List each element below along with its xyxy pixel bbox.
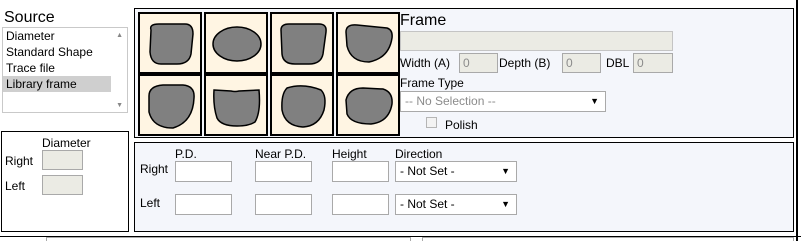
frame-shape-4[interactable] [336,12,400,74]
width-label: Width (A) [400,56,451,70]
lens-shape-icon [213,89,261,127]
diameter-header: Diameter [42,136,91,150]
width-input[interactable]: 0 [459,53,498,73]
lens-shape-icon [280,23,327,65]
scroll-up-arrow-icon[interactable]: ▲ [116,32,123,39]
diameter-left-input[interactable] [42,175,83,195]
left-near-pd-input[interactable] [255,194,312,215]
height-header: Height [332,147,367,161]
frame-shape-2[interactable] [204,12,268,74]
depth-label: Depth (B) [499,56,551,70]
right-height-input[interactable] [332,161,389,182]
direction-header: Direction [395,147,443,161]
lens-shape-icon [212,26,262,62]
source-option-diameter[interactable]: Diameter [3,28,111,44]
pd-header: P.D. [175,147,197,161]
depth-input[interactable]: 0 [562,53,601,73]
right-row-label: Right [140,162,169,176]
left-pd-input[interactable] [175,194,232,215]
polish-label: Polish [445,118,478,132]
frame-shape-1[interactable] [138,12,202,74]
source-title: Source [4,9,55,26]
frame-shape-8[interactable] [336,74,400,136]
dbl-label: DBL [606,56,630,70]
lens-shape-icon [149,23,194,65]
diameter-right-label: Right [5,154,34,168]
frame-title: Frame [400,12,447,29]
frame-type-value: -- No Selection -- [405,94,496,108]
lens-shape-icon [148,84,195,129]
lens-shape-icon [281,85,326,128]
right-pd-input[interactable] [175,161,232,182]
frame-shape-6[interactable] [204,74,268,136]
dbl-input[interactable]: 0 [633,53,673,73]
frame-shape-7[interactable] [270,74,334,136]
chevron-down-icon: ▼ [590,96,599,106]
diameter-panel: Diameter Right Left [1,131,129,232]
right-near-pd-input[interactable] [255,161,312,182]
chevron-down-icon: ▼ [501,199,510,209]
bottom-partial-field-2 [422,237,794,241]
frame-type-label: Frame Type [400,76,464,90]
source-listbox[interactable]: Diameter Standard Shape Trace file Libra… [2,27,128,113]
panel-right-border [796,0,798,241]
source-option-standard-shape[interactable]: Standard Shape [3,44,111,60]
frame-shape-5[interactable] [138,74,202,136]
bottom-partial-field-1 [46,237,411,241]
left-direction-value: - Not Set - [400,197,455,211]
left-height-input[interactable] [332,194,389,215]
lens-shape-icon [345,87,393,125]
left-direction-select[interactable]: - Not Set - ▼ [395,194,517,215]
chevron-down-icon: ▼ [501,166,510,176]
left-row-label: Left [140,196,161,210]
diameter-left-label: Left [5,179,26,193]
frame-name-input[interactable] [400,31,673,51]
shape-grid [138,12,402,136]
right-direction-value: - Not Set - [400,164,455,178]
near-pd-header: Near P.D. [255,147,307,161]
frame-type-select[interactable]: -- No Selection -- ▼ [400,91,606,112]
diameter-right-input[interactable] [42,150,83,170]
source-option-trace-file[interactable]: Trace file [3,60,111,76]
right-direction-select[interactable]: - Not Set - ▼ [395,161,517,182]
frame-shape-3[interactable] [270,12,334,74]
scroll-down-arrow-icon[interactable]: ▼ [116,102,123,109]
source-option-library-frame[interactable]: Library frame [3,76,111,92]
measurements-panel [134,142,794,232]
polish-checkbox[interactable] [426,117,437,128]
lens-shape-icon [345,24,393,63]
source-panel: Source Diameter Standard Shape Trace fil… [0,8,131,120]
